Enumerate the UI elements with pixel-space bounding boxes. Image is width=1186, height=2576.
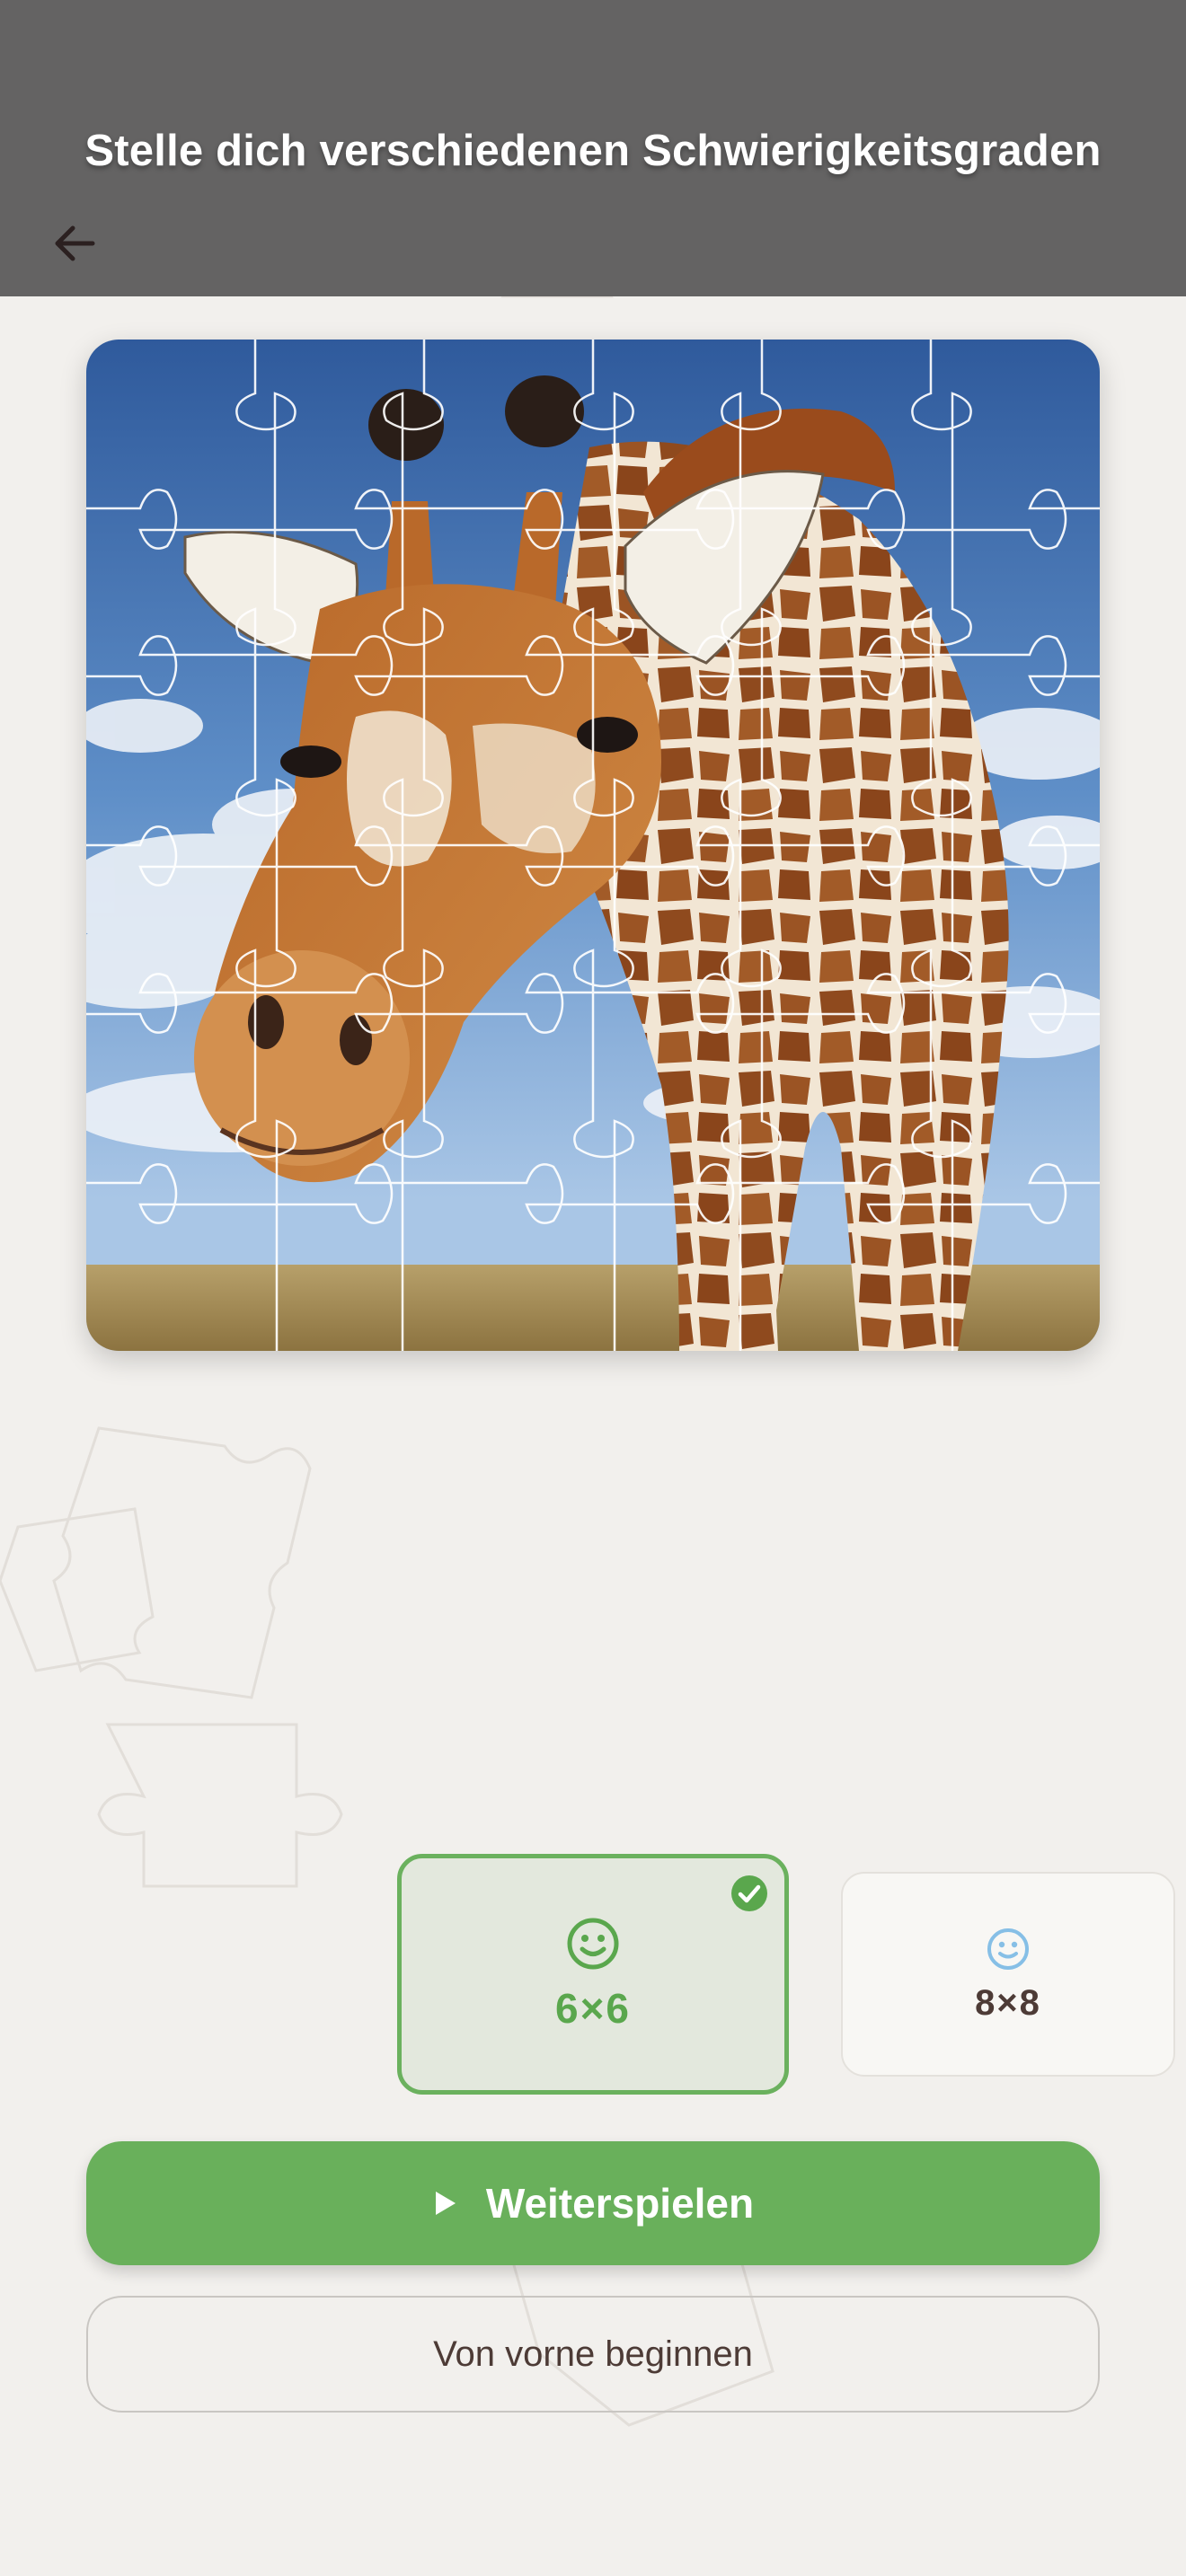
difficulty-label: 8×8 — [975, 1982, 1041, 2023]
arrow-left-icon — [55, 225, 95, 261]
smiley-icon — [987, 1928, 1029, 1970]
difficulty-option-8x8[interactable]: 8×8 — [841, 1872, 1175, 2077]
smiley-icon — [567, 1918, 619, 1970]
continue-label: Weiterspielen — [485, 2180, 755, 2227]
back-button[interactable] — [36, 205, 113, 282]
top-header: Stelle dich verschiedenen Schwierigkeits… — [0, 0, 1186, 296]
puzzle-preview-image — [86, 340, 1100, 1351]
page-title: Stelle dich verschiedenen Schwierigkeits… — [84, 127, 1102, 175]
continue-button[interactable]: Weiterspielen — [86, 2141, 1100, 2265]
difficulty-option-6x6[interactable]: 6×6 — [397, 1854, 789, 2095]
giraffe-image — [86, 340, 1100, 1351]
restart-button[interactable]: Von vorne beginnen — [86, 2296, 1100, 2413]
play-icon — [435, 2192, 456, 2215]
check-circle-icon — [731, 1875, 767, 1911]
difficulty-label: 6×6 — [554, 1985, 632, 2032]
restart-label: Von vorne beginnen — [433, 2333, 753, 2374]
